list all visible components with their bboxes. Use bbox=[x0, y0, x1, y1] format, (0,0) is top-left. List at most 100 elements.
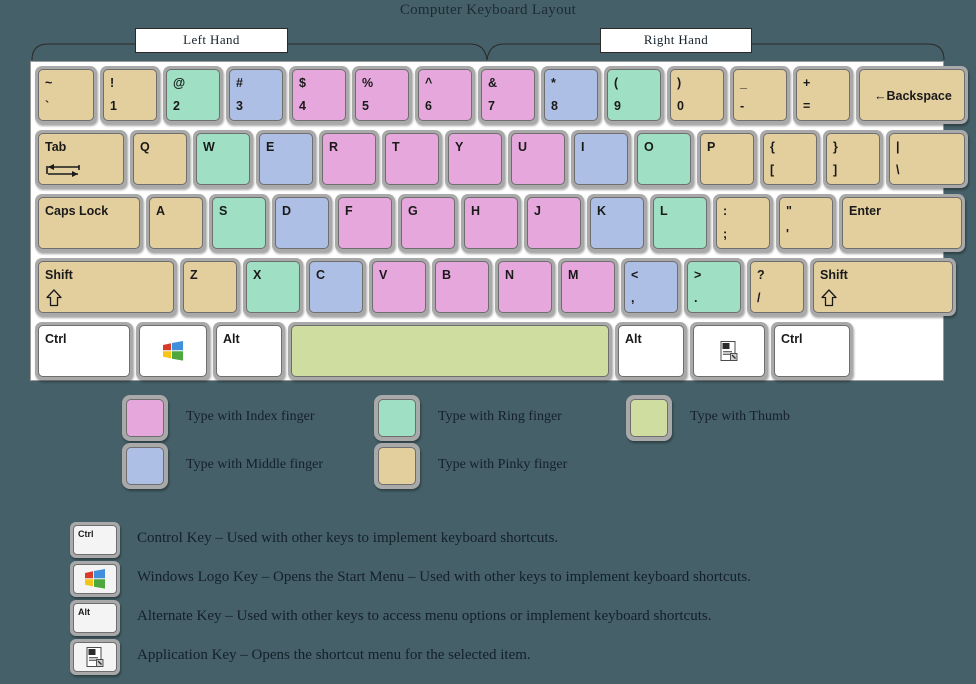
key-minus[interactable]: _ - bbox=[730, 66, 790, 124]
key-digit1[interactable]: ! 1 bbox=[100, 66, 160, 124]
description-row-ctrl: Ctrl Control Key – Used with other keys t… bbox=[0, 522, 976, 561]
key-cap: V bbox=[372, 261, 426, 313]
key-winleft[interactable] bbox=[136, 322, 210, 380]
key-keyA[interactable]: A bbox=[146, 194, 206, 252]
key-keyR[interactable]: R bbox=[319, 130, 379, 188]
key-legend: C bbox=[316, 268, 326, 282]
desc-key-ctrl[interactable]: Ctrl bbox=[70, 522, 120, 558]
key-legend: Tab bbox=[45, 140, 67, 154]
key-keyU[interactable]: U bbox=[508, 130, 568, 188]
key-digit3[interactable]: #3 bbox=[226, 66, 286, 124]
key-cap: }] bbox=[826, 133, 880, 185]
key-legend-bottom: ; bbox=[723, 227, 728, 241]
key-capslock[interactable]: Caps Lock bbox=[35, 194, 143, 252]
key-shiftright[interactable]: Shift bbox=[810, 258, 956, 316]
description-row-windows: Windows Logo Key – Opens the Start Menu … bbox=[0, 561, 976, 600]
key-keyK[interactable]: K bbox=[587, 194, 647, 252]
legend-swatch-index bbox=[122, 395, 168, 441]
key-keyY[interactable]: Y bbox=[445, 130, 505, 188]
application-menu-icon bbox=[86, 647, 104, 667]
key-keyB[interactable]: B bbox=[432, 258, 492, 316]
key-tab[interactable]: Tab bbox=[35, 130, 127, 188]
key-cap: F bbox=[338, 197, 392, 249]
key-legend: Caps Lock bbox=[45, 204, 109, 218]
key-ctrlleft[interactable]: Ctrl bbox=[35, 322, 133, 380]
key-bracketleft[interactable]: {[ bbox=[760, 130, 820, 188]
key-cap bbox=[291, 325, 609, 377]
key-appkey[interactable] bbox=[690, 322, 768, 380]
key-keyD[interactable]: D bbox=[272, 194, 332, 252]
key-bracketright[interactable]: }] bbox=[823, 130, 883, 188]
desc-key-alt[interactable]: Alt bbox=[70, 600, 120, 636]
key-legend-bottom: ' bbox=[786, 227, 789, 241]
key-altleft[interactable]: Alt bbox=[213, 322, 285, 380]
key-enter[interactable]: Enter bbox=[839, 194, 965, 252]
key-keyM[interactable]: M bbox=[558, 258, 618, 316]
key-legend-top: " bbox=[786, 204, 792, 218]
key-backslash[interactable]: | \ bbox=[886, 130, 968, 188]
key-backspace[interactable]: ←Backspace bbox=[856, 66, 968, 124]
key-cap: ←Backspace bbox=[859, 69, 965, 121]
key-digit9[interactable]: (9 bbox=[604, 66, 664, 124]
key-cap: I bbox=[574, 133, 628, 185]
key-keyZ[interactable]: Z bbox=[180, 258, 240, 316]
key-keyO[interactable]: O bbox=[634, 130, 694, 188]
key-altright[interactable]: Alt bbox=[615, 322, 687, 380]
key-cap: _ - bbox=[733, 69, 787, 121]
key-comma[interactable]: <, bbox=[621, 258, 681, 316]
key-digit4[interactable]: $4 bbox=[289, 66, 349, 124]
key-keyS[interactable]: S bbox=[209, 194, 269, 252]
key-keyX[interactable]: X bbox=[243, 258, 303, 316]
key-cap: @2 bbox=[166, 69, 220, 121]
key-legend-bottom: 9 bbox=[614, 99, 621, 113]
desc-key-application[interactable] bbox=[70, 639, 120, 675]
key-digit7[interactable]: & 7 bbox=[478, 66, 538, 124]
key-keyN[interactable]: N bbox=[495, 258, 555, 316]
key-keyI[interactable]: I bbox=[571, 130, 631, 188]
hand-brace-group: Left Hand Right Hand bbox=[30, 28, 946, 62]
key-keyE[interactable]: E bbox=[256, 130, 316, 188]
key-keyC[interactable]: C bbox=[306, 258, 366, 316]
key-digit8[interactable]: * 8 bbox=[541, 66, 601, 124]
key-keyG[interactable]: G bbox=[398, 194, 458, 252]
key-semicolon[interactable]: :; bbox=[713, 194, 773, 252]
key-period[interactable]: >. bbox=[684, 258, 744, 316]
key-quote[interactable]: " ' bbox=[776, 194, 836, 252]
key-cap: #3 bbox=[229, 69, 283, 121]
key-backquote[interactable]: ~ ` bbox=[35, 66, 97, 124]
key-legend-bottom: , bbox=[631, 291, 635, 305]
key-legend-bottom: 1 bbox=[110, 99, 117, 113]
key-cap: >. bbox=[687, 261, 741, 313]
key-keyQ[interactable]: Q bbox=[130, 130, 190, 188]
key-legend-bottom: \ bbox=[896, 163, 900, 177]
tab-arrows-icon bbox=[46, 164, 80, 177]
key-keyP[interactable]: P bbox=[697, 130, 757, 188]
key-keyH[interactable]: H bbox=[461, 194, 521, 252]
key-legend-bottom: ` bbox=[45, 99, 50, 113]
key-keyJ[interactable]: J bbox=[524, 194, 584, 252]
key-digit0[interactable]: ) 0 bbox=[667, 66, 727, 124]
key-space[interactable] bbox=[288, 322, 612, 380]
desc-key-cap bbox=[73, 564, 117, 594]
key-legend-top: + bbox=[803, 76, 811, 90]
key-equal[interactable]: + = bbox=[793, 66, 853, 124]
key-legend: Alt bbox=[223, 332, 240, 346]
key-cap: A bbox=[149, 197, 203, 249]
key-shiftleft[interactable]: Shift bbox=[35, 258, 177, 316]
key-slash[interactable]: ? / bbox=[747, 258, 807, 316]
key-keyF[interactable]: F bbox=[335, 194, 395, 252]
key-keyV[interactable]: V bbox=[369, 258, 429, 316]
key-legend-bottom: / bbox=[757, 291, 761, 305]
key-digit5[interactable]: % 5 bbox=[352, 66, 412, 124]
key-ctrlright[interactable]: Ctrl bbox=[771, 322, 853, 380]
key-digit6[interactable]: ^ 6 bbox=[415, 66, 475, 124]
key-cap: <, bbox=[624, 261, 678, 313]
key-keyW[interactable]: W bbox=[193, 130, 253, 188]
key-legend: ←Backspace bbox=[874, 89, 952, 103]
description-row-application: Application Key – Opens the shortcut men… bbox=[0, 639, 976, 678]
desc-key-windows[interactable] bbox=[70, 561, 120, 597]
key-keyL[interactable]: L bbox=[650, 194, 710, 252]
key-keyT[interactable]: T bbox=[382, 130, 442, 188]
keyboard-row-top-letter-row: Tab Q W E R T Y U I O P{[}] | \ bbox=[35, 130, 968, 190]
key-digit2[interactable]: @2 bbox=[163, 66, 223, 124]
